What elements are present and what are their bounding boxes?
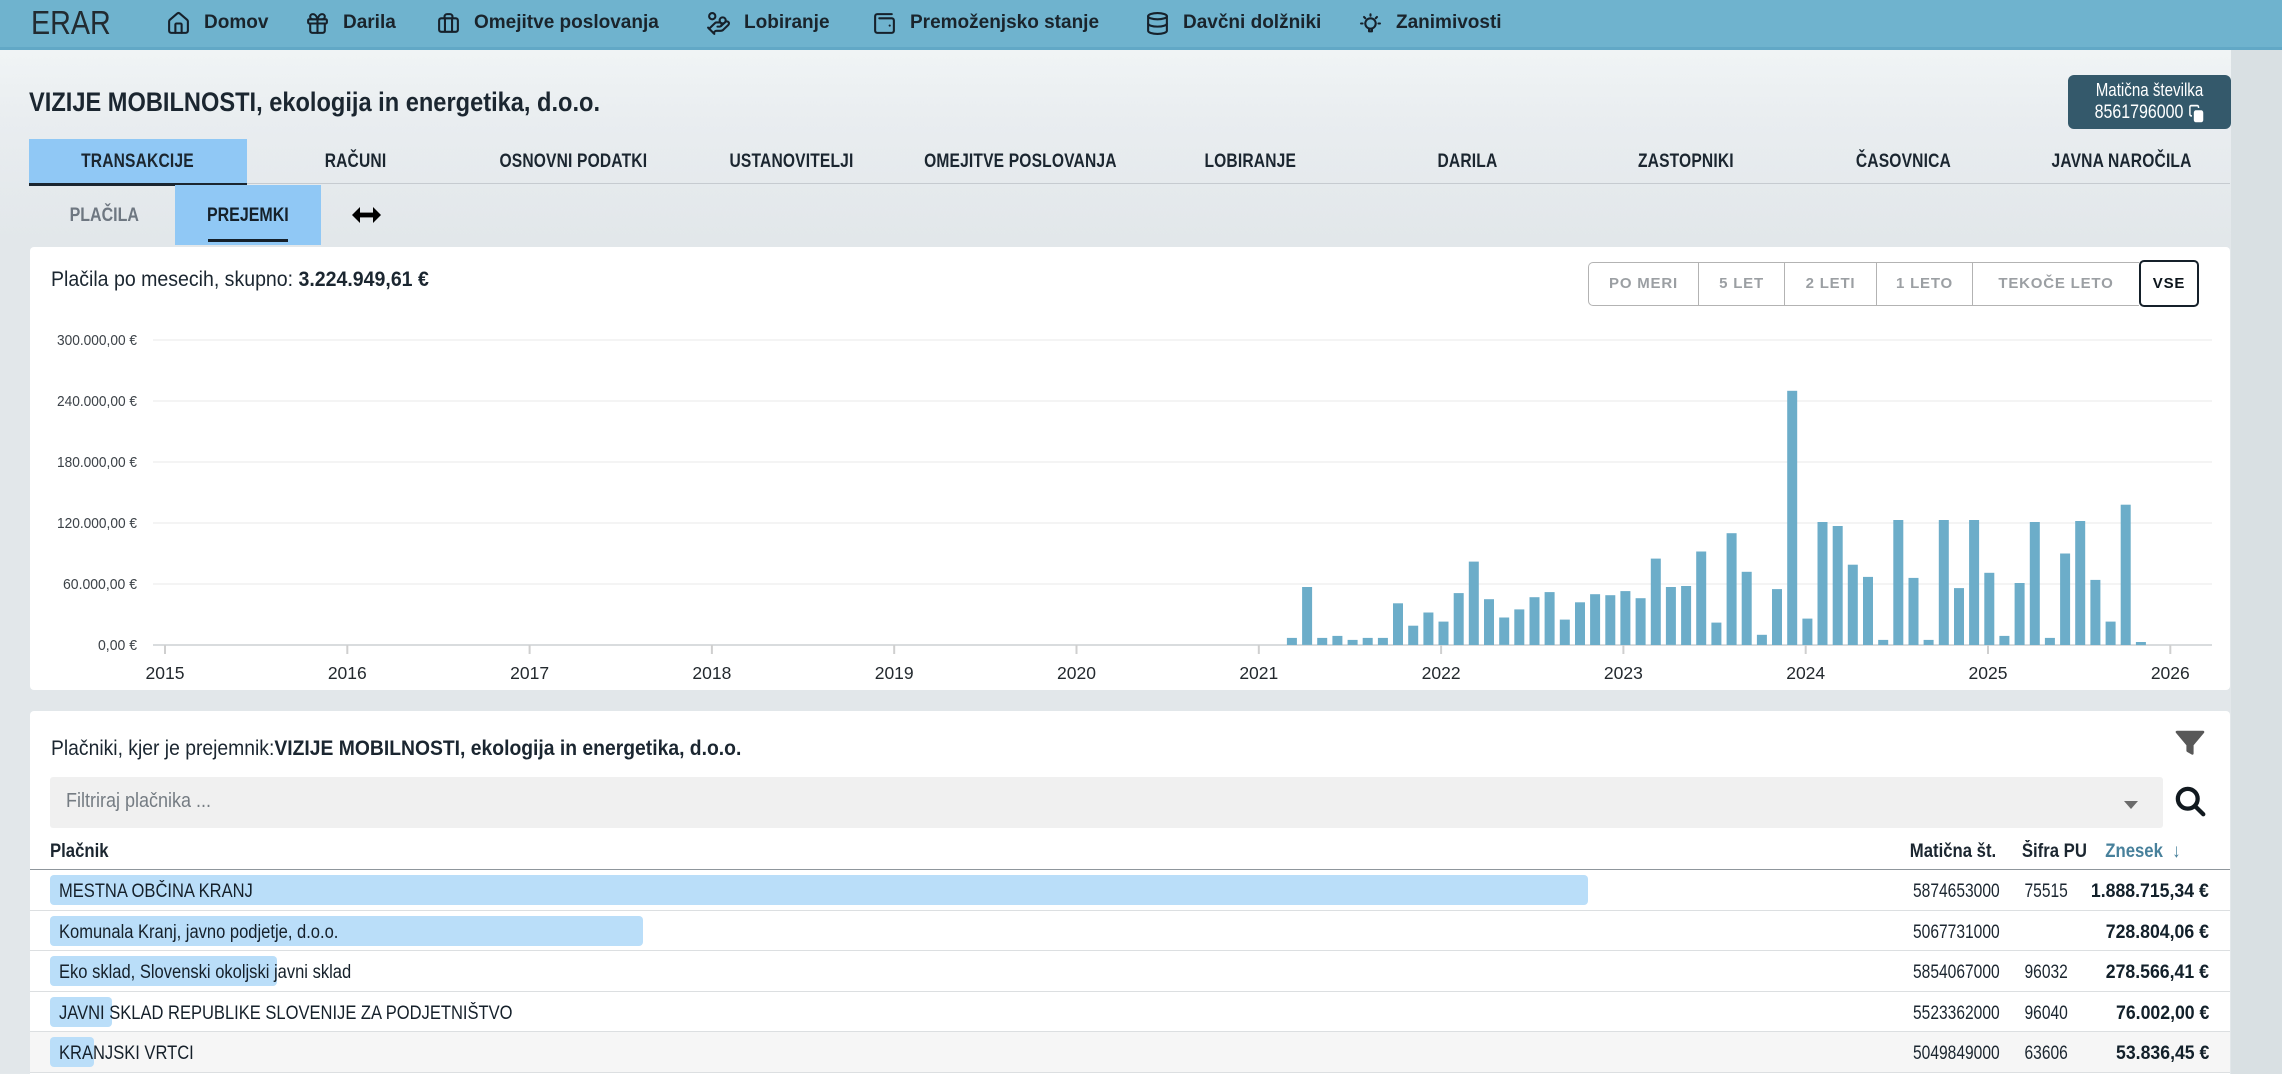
svg-text:2022: 2022 [1422,663,1461,683]
svg-text:2015: 2015 [146,663,185,683]
svg-text:240.000,00 €: 240.000,00 € [57,393,138,410]
svg-text:60.000,00 €: 60.000,00 € [63,576,138,593]
svg-text:300.000,00 €: 300.000,00 € [57,332,138,349]
svg-text:120.000,00 €: 120.000,00 € [57,515,138,532]
svg-text:2026: 2026 [2151,663,2190,683]
svg-text:2018: 2018 [692,663,731,683]
svg-text:2020: 2020 [1057,663,1096,683]
svg-text:2021: 2021 [1239,663,1278,683]
svg-text:0,00 €: 0,00 € [98,637,138,654]
svg-text:2016: 2016 [328,663,367,683]
svg-text:2019: 2019 [875,663,914,683]
svg-text:180.000,00 €: 180.000,00 € [57,454,138,471]
svg-text:2023: 2023 [1604,663,1643,683]
svg-text:2017: 2017 [510,663,549,683]
svg-text:2024: 2024 [1786,663,1825,683]
svg-text:2025: 2025 [1969,663,2008,683]
